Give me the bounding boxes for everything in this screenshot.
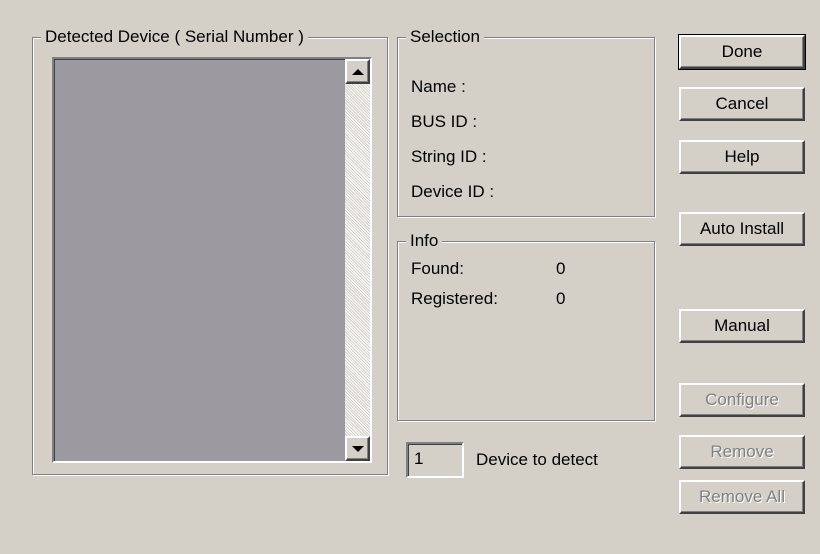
- device-list-scrollbar[interactable]: [345, 59, 370, 461]
- auto-install-button[interactable]: Auto Install: [679, 212, 805, 246]
- cancel-button[interactable]: Cancel: [679, 87, 805, 121]
- detected-device-group-label: Detected Device ( Serial Number ): [41, 26, 308, 48]
- scroll-up-button[interactable]: [345, 59, 370, 84]
- selection-string-id-label: String ID :: [411, 147, 487, 166]
- scroll-down-button[interactable]: [345, 436, 370, 461]
- selection-device-id-label: Device ID :: [411, 182, 495, 201]
- device-to-detect-label: Device to detect: [476, 450, 598, 469]
- found-label: Found:: [411, 259, 464, 278]
- selection-name-label: Name :: [411, 77, 466, 96]
- detected-device-list[interactable]: [52, 57, 372, 463]
- found-value: 0: [556, 259, 566, 278]
- manual-button[interactable]: Manual: [679, 309, 805, 343]
- arrow-down-icon: [351, 445, 364, 452]
- registered-value: 0: [556, 289, 566, 308]
- registered-label: Registered:: [411, 289, 498, 308]
- selection-group-label: Selection: [406, 26, 484, 48]
- help-button[interactable]: Help: [679, 140, 805, 174]
- remove-button[interactable]: Remove: [679, 435, 805, 469]
- device-count-field[interactable]: 1: [406, 442, 464, 478]
- remove-all-button[interactable]: Remove All: [679, 480, 805, 514]
- done-button[interactable]: Done: [678, 34, 806, 70]
- selection-bus-id-label: BUS ID :: [411, 112, 478, 131]
- configure-button[interactable]: Configure: [679, 383, 805, 417]
- arrow-up-icon: [351, 68, 364, 75]
- info-group-label: Info: [406, 230, 443, 252]
